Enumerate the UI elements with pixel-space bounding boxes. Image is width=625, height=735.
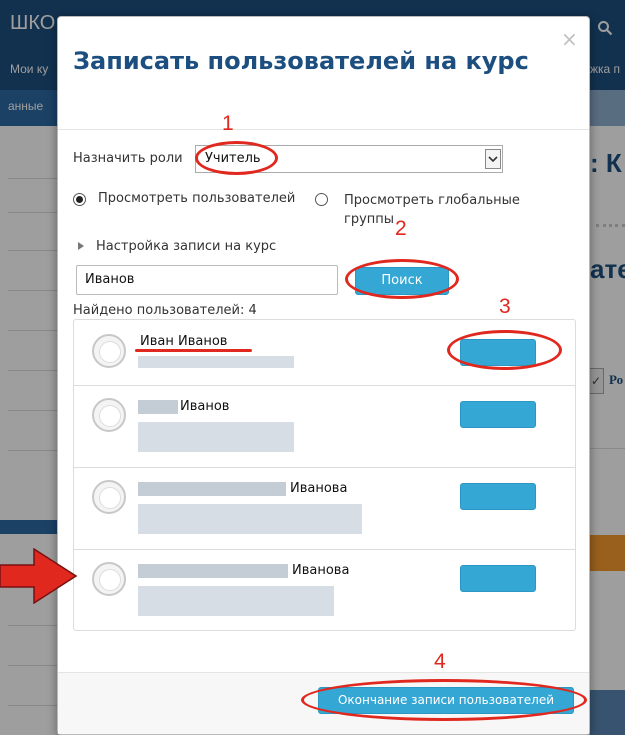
annotation-ellipse-search	[345, 259, 459, 299]
radio-browse-users-label[interactable]: Просмотреть пользователей	[98, 191, 295, 206]
redacted-email	[138, 422, 294, 452]
annotation-number-3: 3	[499, 295, 511, 318]
annotation-ellipse-enrol	[447, 330, 562, 370]
search-input-value: Иванов	[85, 272, 135, 287]
close-icon[interactable]: ×	[561, 29, 578, 49]
enrol-options-toggle[interactable]: Настройка записи на курс	[96, 239, 276, 254]
list-item: Иванова	[74, 550, 575, 632]
redacted-email	[138, 356, 294, 368]
search-input[interactable]: Иванов	[76, 265, 338, 295]
found-users-count: Найдено пользователей: 4	[73, 303, 257, 318]
user-name: Иванова	[292, 563, 350, 578]
redacted-first-name	[138, 400, 178, 414]
avatar	[92, 334, 126, 368]
radio-browse-users[interactable]	[73, 193, 86, 206]
radio-browse-groups[interactable]	[315, 193, 328, 206]
caret-right-icon[interactable]	[77, 241, 85, 251]
radio-browse-groups-text: Просмотреть глобальные группы	[344, 193, 520, 227]
chevron-down-icon[interactable]	[485, 149, 501, 169]
dialog-header: Записать пользователей на курс ×	[58, 17, 589, 130]
enrol-user-button[interactable]	[460, 401, 536, 428]
enrol-user-button[interactable]	[460, 565, 536, 592]
enrol-users-dialog: Записать пользователей на курс × Назначи…	[57, 16, 590, 735]
redacted-first-name	[138, 482, 286, 496]
dialog-title: Записать пользователей на курс	[73, 47, 529, 75]
redacted-email	[138, 586, 334, 616]
annotation-number-2: 2	[395, 217, 407, 240]
radio-browse-groups-label[interactable]: Просмотреть глобальные группы	[344, 191, 564, 229]
annotation-ellipse-role	[195, 141, 278, 175]
avatar	[92, 562, 126, 596]
annotation-ellipse-finish	[301, 679, 587, 721]
assign-roles-label: Назначить роли	[73, 151, 183, 166]
avatar	[92, 398, 126, 432]
list-item: Иванов	[74, 386, 575, 468]
annotation-number-4: 4	[434, 650, 446, 673]
list-item: Иванова	[74, 468, 575, 550]
red-arrow-icon	[0, 548, 78, 604]
user-name: Иван Иванов	[140, 334, 228, 349]
user-name: Иванов	[180, 399, 230, 414]
redacted-first-name	[138, 564, 288, 578]
annotation-underline-name	[135, 349, 252, 352]
enrol-user-button[interactable]	[460, 483, 536, 510]
user-name: Иванова	[290, 481, 348, 496]
annotation-number-1: 1	[222, 112, 234, 135]
avatar	[92, 480, 126, 514]
redacted-email	[138, 504, 362, 534]
